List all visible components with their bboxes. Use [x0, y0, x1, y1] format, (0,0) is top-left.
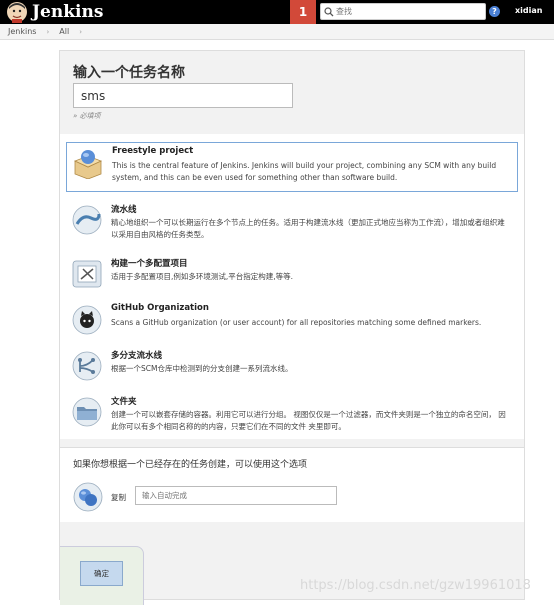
- job-type-list: Freestyle project This is the central fe…: [60, 134, 524, 439]
- job-type-multi-config[interactable]: 构建一个多配置项目 适用于多配置项目,例如多环境测试,平台指定构建,等等.: [66, 254, 518, 292]
- job-type-freestyle[interactable]: Freestyle project This is the central fe…: [66, 142, 518, 192]
- copy-hint: 如果你想根据一个已经存在的任务创建，可以使用这个选项: [73, 460, 308, 470]
- job-type-pipeline[interactable]: 流水线 精心地组织一个可以长期运行在多个节点上的任务。适用于构建流水线（更加正式…: [66, 200, 518, 244]
- job-type-name: 构建一个多配置项目: [111, 259, 188, 269]
- bottom-sticker: 确定: [60, 546, 144, 605]
- user-link[interactable]: xidian: [515, 6, 542, 15]
- pipeline-icon: [72, 205, 102, 235]
- github-icon: [72, 305, 102, 335]
- help-icon[interactable]: ?: [489, 6, 500, 17]
- copy-from-input[interactable]: [135, 486, 337, 505]
- new-item-panel: 输入一个任务名称 » 必填项 Freestyle project This is…: [59, 50, 525, 605]
- job-type-name: 文件夹: [111, 397, 137, 407]
- notification-badge[interactable]: 1: [290, 0, 316, 24]
- job-type-description: 根据一个SCM仓库中检测到的分支创建一系列流水线。: [111, 364, 293, 373]
- top-header: Jenkins 1 ? xidian: [0, 0, 554, 24]
- job-type-github-organization[interactable]: GitHub Organization Scans a GitHub organ…: [66, 300, 518, 338]
- multi-config-icon: [72, 260, 102, 288]
- copy-label: 复制: [111, 493, 126, 502]
- copy-from-section: 如果你想根据一个已经存在的任务创建，可以使用这个选项 复制: [60, 447, 524, 522]
- freestyle-box-icon: [73, 150, 103, 179]
- watermark-text: https://blog.csdn.net/gzw19961018: [300, 578, 531, 593]
- chevron-right-icon[interactable]: ›: [79, 28, 82, 36]
- job-type-description: Scans a GitHub organization (or user acc…: [111, 318, 482, 327]
- search-input[interactable]: [336, 4, 482, 19]
- job-type-description: 创建一个可以嵌套存储的容器。利用它可以进行分组。 视图仅仅是一个过滤器，而文件夹…: [111, 410, 506, 431]
- job-type-description: 适用于多配置项目,例如多环境测试,平台指定构建,等等.: [111, 272, 294, 281]
- jenkins-home-link[interactable]: Jenkins: [6, 1, 103, 23]
- job-type-name: 多分支流水线: [111, 351, 163, 361]
- folder-icon: [72, 397, 102, 427]
- job-type-name: Freestyle project: [112, 146, 194, 156]
- ok-button[interactable]: 确定: [80, 561, 123, 586]
- job-type-folder[interactable]: 文件夹 创建一个可以嵌套存储的容器。利用它可以进行分组。 视图仅仅是一个过滤器，…: [66, 392, 518, 436]
- brand-name: Jenkins: [32, 2, 104, 22]
- breadcrumb: Jenkins › All ›: [0, 24, 554, 40]
- copy-item-icon: [73, 482, 103, 512]
- job-type-description: This is the central feature of Jenkins. …: [112, 161, 497, 182]
- jenkins-butler-icon: [7, 2, 27, 23]
- required-note: » 必填项: [73, 112, 101, 120]
- chevron-right-icon: ›: [46, 27, 50, 36]
- item-name-input[interactable]: [73, 83, 293, 108]
- search-box: [320, 3, 486, 20]
- job-type-description: 精心地组织一个可以长期运行在多个节点上的任务。适用于构建流水线（更加正式地应当称…: [111, 218, 505, 239]
- multibranch-icon: [72, 351, 102, 381]
- job-type-name: 流水线: [111, 205, 137, 215]
- search-icon: [324, 7, 334, 17]
- job-type-name: GitHub Organization: [111, 303, 209, 313]
- breadcrumb-jenkins[interactable]: Jenkins: [8, 27, 36, 36]
- page-title: 输入一个任务名称: [73, 65, 185, 81]
- breadcrumb-all[interactable]: All: [59, 27, 69, 36]
- job-type-multibranch-pipeline[interactable]: 多分支流水线 根据一个SCM仓库中检测到的分支创建一系列流水线。: [66, 346, 518, 384]
